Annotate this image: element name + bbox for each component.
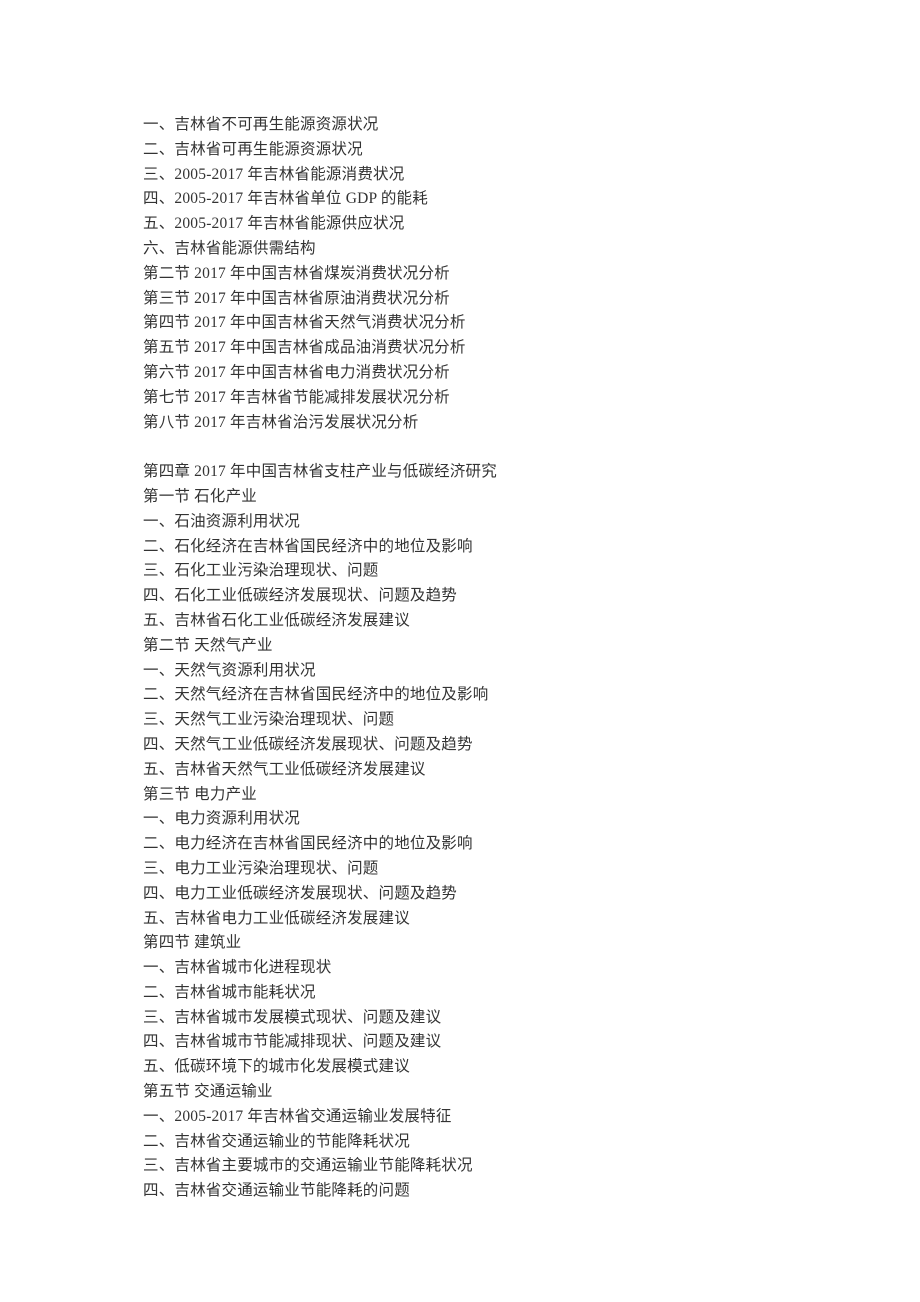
chapter-heading: 第四章 2017 年中国吉林省支柱产业与低碳经济研究 [143,460,920,485]
toc-line: 二、石化经济在吉林省国民经济中的地位及影响 [143,535,920,560]
section-heading: 第一节 石化产业 [143,485,920,510]
toc-line: 五、低碳环境下的城市化发展模式建议 [143,1055,920,1080]
section-heading: 第四节 建筑业 [143,931,920,956]
section-heading: 第三节 电力产业 [143,783,920,808]
toc-line: 二、天然气经济在吉林省国民经济中的地位及影响 [143,683,920,708]
toc-line: 第二节 2017 年中国吉林省煤炭消费状况分析 [143,262,920,287]
toc-line: 三、吉林省城市发展模式现状、问题及建议 [143,1006,920,1031]
toc-line: 四、石化工业低碳经济发展现状、问题及趋势 [143,584,920,609]
toc-line: 第六节 2017 年中国吉林省电力消费状况分析 [143,361,920,386]
toc-line: 三、吉林省主要城市的交通运输业节能降耗状况 [143,1154,920,1179]
toc-line: 三、电力工业污染治理现状、问题 [143,857,920,882]
toc-line: 第三节 2017 年中国吉林省原油消费状况分析 [143,287,920,312]
toc-line: 四、电力工业低碳经济发展现状、问题及趋势 [143,882,920,907]
toc-line: 一、吉林省不可再生能源资源状况 [143,113,920,138]
toc-line: 二、吉林省可再生能源资源状况 [143,138,920,163]
toc-line: 五、2005-2017 年吉林省能源供应状况 [143,212,920,237]
toc-line: 四、吉林省城市节能减排现状、问题及建议 [143,1030,920,1055]
toc-line: 一、电力资源利用状况 [143,807,920,832]
toc-line: 第五节 2017 年中国吉林省成品油消费状况分析 [143,336,920,361]
toc-line: 五、吉林省石化工业低碳经济发展建议 [143,609,920,634]
toc-line: 第四节 2017 年中国吉林省天然气消费状况分析 [143,311,920,336]
toc-line: 二、吉林省城市能耗状况 [143,981,920,1006]
toc-line: 四、2005-2017 年吉林省单位 GDP 的能耗 [143,187,920,212]
toc-line: 一、2005-2017 年吉林省交通运输业发展特征 [143,1105,920,1130]
toc-line: 三、天然气工业污染治理现状、问题 [143,708,920,733]
document-page: 一、吉林省不可再生能源资源状况 二、吉林省可再生能源资源状况 三、2005-20… [0,0,920,1302]
section-heading: 第五节 交通运输业 [143,1080,920,1105]
toc-line: 第八节 2017 年吉林省治污发展状况分析 [143,411,920,436]
toc-line: 一、石油资源利用状况 [143,510,920,535]
toc-line: 二、吉林省交通运输业的节能降耗状况 [143,1130,920,1155]
toc-line: 一、天然气资源利用状况 [143,659,920,684]
toc-line: 四、吉林省交通运输业节能降耗的问题 [143,1179,920,1204]
toc-line: 一、吉林省城市化进程现状 [143,956,920,981]
toc-line: 三、2005-2017 年吉林省能源消费状况 [143,163,920,188]
toc-line: 二、电力经济在吉林省国民经济中的地位及影响 [143,832,920,857]
toc-line: 第七节 2017 年吉林省节能减排发展状况分析 [143,386,920,411]
toc-line: 六、吉林省能源供需结构 [143,237,920,262]
section-heading: 第二节 天然气产业 [143,634,920,659]
toc-line: 四、天然气工业低碳经济发展现状、问题及趋势 [143,733,920,758]
blank-line [143,435,920,460]
toc-line: 五、吉林省电力工业低碳经济发展建议 [143,907,920,932]
toc-line: 五、吉林省天然气工业低碳经济发展建议 [143,758,920,783]
toc-line: 三、石化工业污染治理现状、问题 [143,559,920,584]
